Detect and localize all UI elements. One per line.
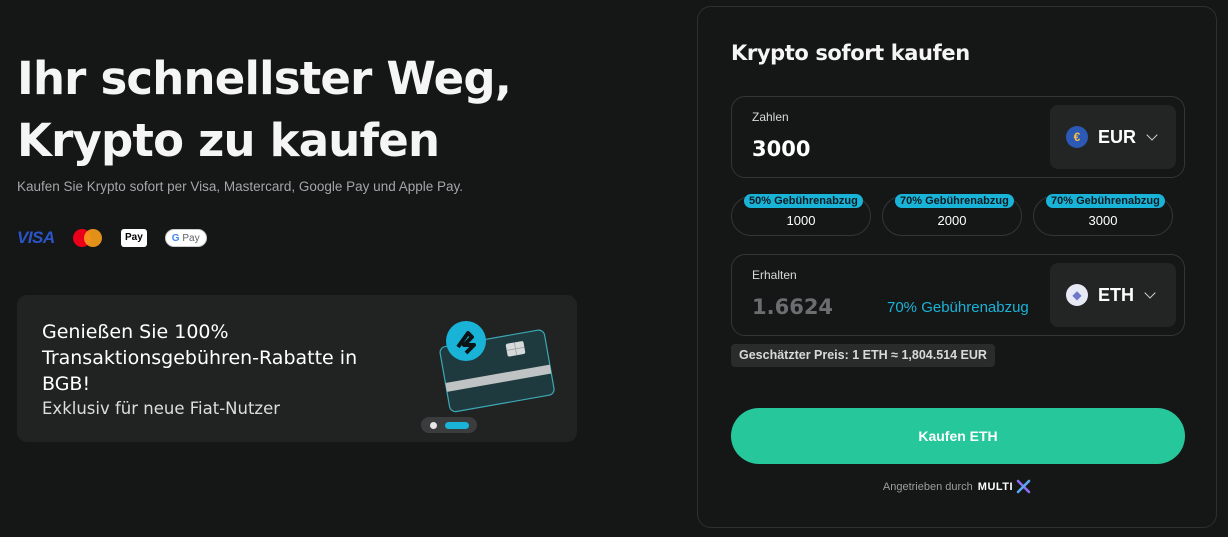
chevron-down-icon bbox=[1144, 286, 1156, 299]
visa-logo-icon: VISA bbox=[17, 228, 55, 247]
google-pay-logo-icon: G Pay bbox=[164, 229, 207, 247]
multi-x-logo-icon bbox=[1016, 479, 1031, 494]
fee-discount-badge: 70% Gebührenabzug bbox=[1046, 194, 1165, 208]
panel-title: Krypto sofort kaufen bbox=[731, 41, 970, 65]
euro-icon: € bbox=[1066, 126, 1088, 148]
hero-title-line-2: Krypto zu kaufen bbox=[17, 114, 440, 167]
quick-amount-button[interactable]: 70% Gebührenabzug 2000 bbox=[882, 194, 1022, 236]
buy-button[interactable]: Kaufen ETH bbox=[731, 408, 1185, 464]
receive-amount-box[interactable]: Erhalten 1.6624 70% Gebührenabzug ◆ ETH bbox=[731, 254, 1185, 336]
pay-currency-code: EUR bbox=[1098, 126, 1137, 147]
pay-currency-select[interactable]: € EUR bbox=[1050, 105, 1176, 169]
promo-title: Genießen Sie 100% Transaktionsgebühren-R… bbox=[42, 321, 358, 395]
carousel-indicator[interactable] bbox=[421, 417, 477, 433]
hero-title-line-1: Ihr schnellster Weg, bbox=[17, 52, 512, 105]
promo-subtitle: Exklusiv für neue Fiat-Nutzer bbox=[42, 399, 281, 418]
buy-crypto-panel: Krypto sofort kaufen Zahlen 3000 € EUR 5… bbox=[697, 6, 1217, 528]
quick-amount-value: 1000 bbox=[786, 213, 816, 228]
hero-title: Ihr schnellster Weg, Krypto zu kaufen bbox=[17, 48, 512, 172]
receive-fee-note: 70% Gebührenabzug bbox=[887, 299, 1029, 316]
multi-brand-logo[interactable]: MULTI bbox=[978, 481, 1013, 493]
receive-currency-select[interactable]: ◆ ETH bbox=[1050, 263, 1176, 327]
estimated-price: Geschätzter Preis: 1 ETH ≈ 1,804.514 EUR bbox=[731, 344, 995, 367]
carousel-dot-1[interactable] bbox=[430, 422, 437, 429]
fee-discount-badge: 70% Gebührenabzug bbox=[895, 194, 1014, 208]
ethereum-icon: ◆ bbox=[1066, 284, 1088, 306]
pay-amount-input[interactable]: 3000 bbox=[752, 137, 810, 161]
carousel-dot-2-active[interactable] bbox=[445, 422, 469, 429]
receive-currency-code: ETH bbox=[1098, 284, 1134, 305]
powered-by-label: Angetrieben durch bbox=[882, 480, 973, 493]
apple-pay-logo-icon: Pay bbox=[121, 229, 147, 247]
payment-methods: VISA Pay G Pay bbox=[17, 228, 207, 248]
promo-banner[interactable]: Genießen Sie 100% Transaktionsgebühren-R… bbox=[17, 295, 577, 442]
quick-amount-value: 2000 bbox=[937, 213, 967, 228]
receive-amount-field: 1.6624 bbox=[752, 295, 834, 319]
pay-label: Zahlen bbox=[752, 110, 789, 124]
chevron-down-icon bbox=[1146, 128, 1158, 141]
quick-amount-button[interactable]: 50% Gebührenabzug 1000 bbox=[731, 194, 871, 236]
receive-label: Erhalten bbox=[752, 268, 797, 282]
powered-by: Angetrieben durch MULTI bbox=[698, 479, 1216, 494]
quick-amount-button[interactable]: 70% Gebührenabzug 3000 bbox=[1033, 194, 1173, 236]
hero-subtitle: Kaufen Sie Krypto sofort per Visa, Maste… bbox=[17, 179, 464, 194]
quick-amount-value: 3000 bbox=[1088, 213, 1118, 228]
mastercard-logo-icon bbox=[73, 228, 103, 248]
credit-card-illustration-icon bbox=[439, 321, 555, 413]
fee-discount-badge: 50% Gebührenabzug bbox=[744, 194, 863, 208]
pay-amount-box[interactable]: Zahlen 3000 € EUR bbox=[731, 96, 1185, 178]
